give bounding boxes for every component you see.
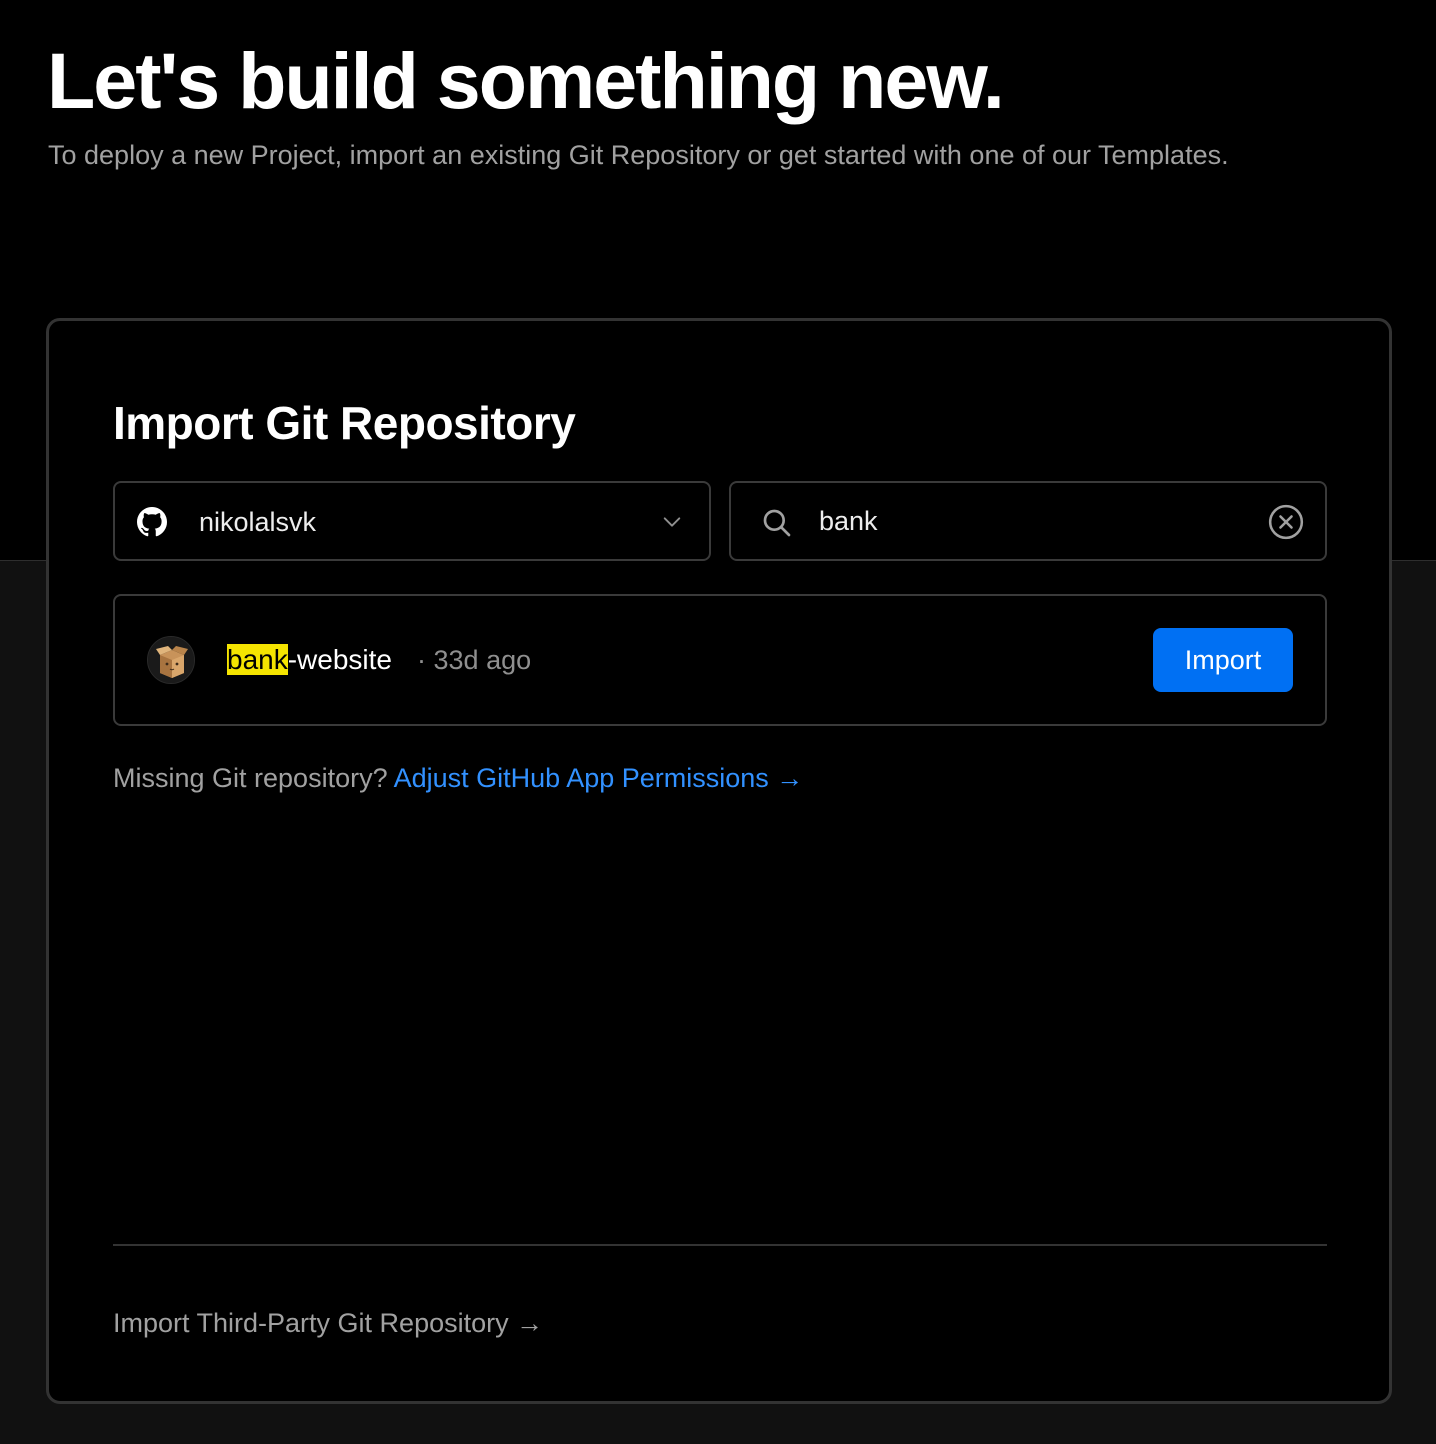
search-input[interactable] (819, 501, 1239, 541)
chevron-down-icon (663, 517, 681, 527)
page-title: Let's build something new. (47, 36, 1005, 125)
search-match-highlight: bank (227, 644, 288, 675)
repository-meta: · 33d ago (417, 642, 531, 678)
import-third-party-link[interactable]: Import Third-Party Git Repository → (113, 1306, 543, 1340)
divider (113, 1244, 1327, 1246)
github-icon (137, 507, 167, 537)
import-button[interactable]: Import (1153, 628, 1293, 692)
repository-name[interactable]: bank-website (227, 642, 392, 678)
import-git-repository-card: Import Git Repository nikolalsvk bank ba… (46, 318, 1392, 1404)
meta-separator: · (417, 645, 426, 675)
repository-name-rest: -website (287, 644, 392, 675)
page-subtitle: To deploy a new Project, import an exist… (48, 140, 1229, 170)
selected-account: nikolalsvk (199, 507, 317, 537)
card-title: Import Git Repository (113, 397, 576, 449)
search-icon (763, 509, 791, 537)
git-account-select[interactable]: nikolalsvk (113, 481, 711, 561)
repository-updated: 33d ago (433, 645, 532, 675)
missing-repository-line: Missing Git repository? Adjust GitHub Ap… (113, 761, 803, 795)
box-avatar-icon (147, 636, 195, 684)
adjust-permissions-link[interactable]: Adjust GitHub App Permissions → (394, 763, 804, 793)
repository-row: bank-website · 33d ago Import (113, 594, 1327, 726)
clear-search-icon[interactable] (1267, 503, 1305, 541)
repository-search (729, 481, 1327, 561)
missing-repository-prompt: Missing Git repository? (113, 763, 388, 793)
